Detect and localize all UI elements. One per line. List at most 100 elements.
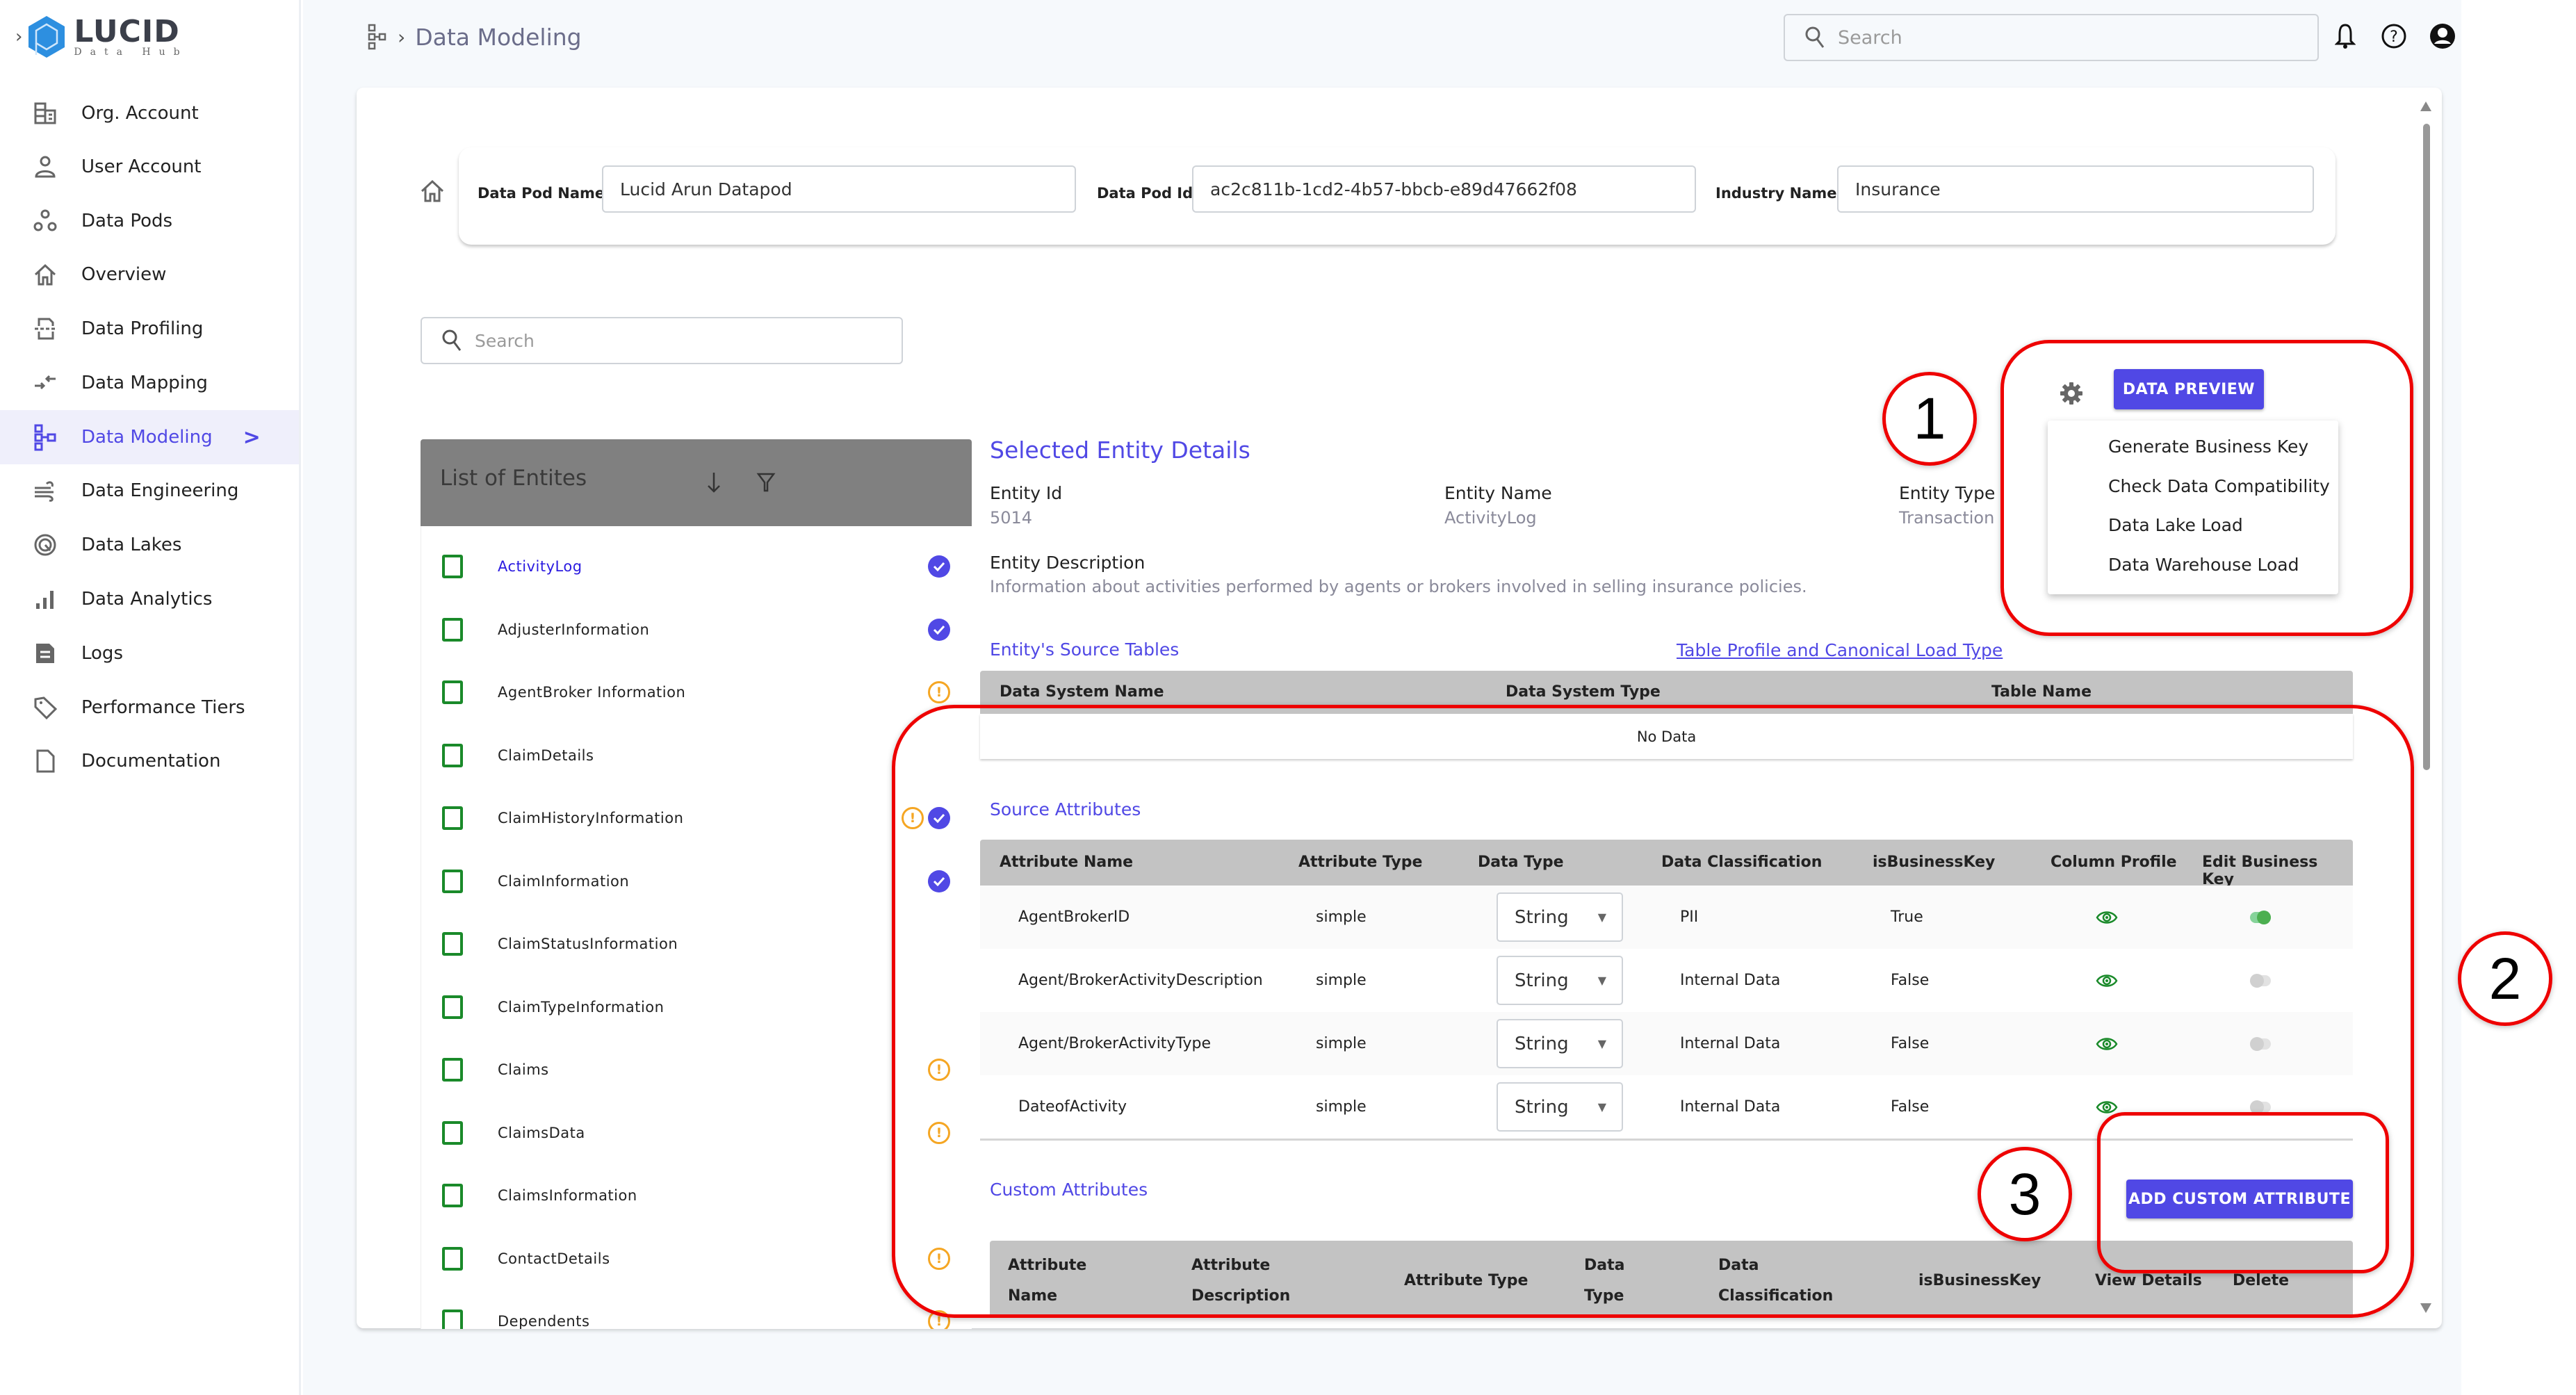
entity-name[interactable]: ClaimStatusInformation (498, 936, 678, 952)
entity-list-item[interactable]: AgentBroker Information! (421, 668, 972, 717)
sidebar-item-data-analytics[interactable]: Data Analytics (0, 572, 299, 626)
entity-checkbox[interactable] (442, 617, 463, 642)
sidebar: › LUCID Data Hub Org. Account User Accoun… (0, 0, 301, 1395)
logo-title: LUCID (74, 14, 180, 49)
sidebar-item-label: Data Mapping (81, 373, 208, 393)
entity-checkbox[interactable] (442, 869, 463, 893)
modeling-icon (31, 423, 59, 451)
data-pod-id-field[interactable] (1192, 165, 1696, 213)
entity-checkbox[interactable] (442, 1184, 463, 1207)
notifications-bell-icon[interactable] (2329, 19, 2362, 53)
entity-name[interactable]: AdjusterInformation (498, 621, 649, 638)
global-search-input[interactable] (1838, 26, 2283, 49)
filter-icon[interactable] (756, 471, 776, 493)
entity-search-input[interactable] (475, 330, 878, 351)
sort-arrow-down-icon[interactable] (706, 471, 722, 494)
entity-status: ! (928, 681, 950, 703)
annotation-marker-1: 1 (1882, 372, 1977, 466)
entity-list-item[interactable]: ClaimStatusInformation (421, 920, 972, 968)
entity-list-item[interactable]: Dependents! (421, 1297, 972, 1329)
help-icon[interactable]: ? (2377, 19, 2411, 53)
sidebar-item-logs[interactable]: Logs (0, 626, 299, 680)
table-profile-link[interactable]: Table Profile and Canonical Load Type (1677, 640, 2003, 660)
entity-list-item[interactable]: Claims! (421, 1045, 972, 1094)
entity-checkbox[interactable] (442, 1246, 463, 1271)
annotation-marker-3: 3 (1978, 1147, 2072, 1241)
entity-name[interactable]: ActivityLog (498, 558, 582, 575)
sidebar-item-documentation[interactable]: Documentation (0, 734, 299, 788)
home-icon[interactable] (418, 177, 446, 205)
lucid-hex-logo-icon (28, 16, 65, 58)
entity-name[interactable]: ClaimTypeInformation (498, 999, 664, 1015)
entity-name[interactable]: ContactDetails (498, 1250, 610, 1267)
entity-list-item[interactable]: AdjusterInformation (421, 605, 972, 654)
file-icon (31, 747, 59, 775)
entity-list-item[interactable]: ActivityLog (421, 542, 972, 591)
logo-subtitle: Data Hub (74, 47, 188, 58)
search-icon (442, 329, 462, 351)
sidebar-item-user-account[interactable]: User Account (0, 140, 299, 194)
sidebar-item-label: Data Engineering (81, 480, 239, 501)
annotation-box-1 (2000, 340, 2413, 636)
entity-checkbox[interactable] (442, 995, 463, 1019)
lakes-icon (31, 531, 59, 559)
sidebar-item-overview[interactable]: Overview (0, 247, 299, 302)
scroll-down-arrow-icon[interactable] (2420, 1303, 2431, 1313)
sidebar-item-data-modeling[interactable]: Data Modeling > (0, 410, 299, 464)
entity-name[interactable]: Claims (498, 1061, 549, 1078)
logo[interactable]: › LUCID Data Hub (15, 13, 224, 61)
industry-name-field[interactable] (1837, 165, 2314, 213)
entity-list-item[interactable]: ClaimDetails (421, 731, 972, 780)
entity-list-item[interactable]: ContactDetails! (421, 1234, 972, 1283)
entity-description-value: Information about activities performed b… (990, 577, 1807, 596)
sidebar-item-label: Data Modeling (81, 427, 213, 448)
entity-list-header: List of Entites (421, 439, 972, 526)
entity-list-item[interactable]: ClaimHistoryInformation! (421, 794, 972, 842)
entity-checkbox[interactable] (442, 743, 463, 767)
document-icon (31, 639, 59, 667)
sidebar-item-org-account[interactable]: Org. Account (0, 86, 299, 140)
column-header: Data System Type (1506, 683, 1661, 701)
modeling-breadcrumb-icon[interactable] (367, 23, 388, 51)
sidebar-item-data-lakes[interactable]: Data Lakes (0, 518, 299, 572)
entity-status (928, 555, 950, 578)
entity-list-item[interactable]: ClaimTypeInformation (421, 983, 972, 1031)
entity-name[interactable]: ClaimHistoryInformation (498, 810, 683, 826)
expand-sidebar-chevron-icon[interactable]: › (15, 26, 22, 47)
industry-name-label: Industry Name (1715, 185, 1837, 202)
entity-name[interactable]: Dependents (498, 1313, 589, 1329)
entity-name[interactable]: ClaimsData (498, 1125, 585, 1141)
entity-name[interactable]: AgentBroker Information (498, 684, 685, 701)
data-pod-id-label: Data Pod Id (1097, 185, 1193, 202)
entity-list-item[interactable]: ClaimInformation (421, 857, 972, 906)
account-avatar-icon[interactable] (2426, 19, 2459, 53)
data-pod-name-field[interactable] (602, 165, 1076, 213)
column-header: Data System Name (1000, 683, 1164, 701)
bar-chart-icon (31, 585, 59, 613)
entity-checkbox[interactable] (442, 1058, 463, 1082)
scroll-up-arrow-icon[interactable] (2420, 101, 2431, 111)
entity-name[interactable]: ClaimsInformation (498, 1187, 637, 1204)
entity-checkbox[interactable] (442, 1310, 463, 1329)
entity-search[interactable] (421, 317, 903, 364)
entity-checkbox[interactable] (442, 680, 463, 704)
entity-name[interactable]: ClaimInformation (498, 873, 629, 890)
entity-checkbox[interactable] (442, 806, 463, 830)
scrollbar-thumb[interactable] (2423, 124, 2430, 770)
global-search[interactable] (1784, 14, 2319, 61)
sidebar-item-data-engineering[interactable]: Data Engineering (0, 464, 299, 518)
search-icon (1805, 26, 1825, 48)
chevron-right-icon[interactable]: > (243, 425, 261, 450)
entity-list-item[interactable]: ClaimsData! (421, 1109, 972, 1157)
entity-type-label: Entity Type (1899, 483, 1996, 503)
entity-checkbox[interactable] (442, 1120, 463, 1145)
entity-checkbox[interactable] (442, 555, 463, 578)
profiling-icon (31, 315, 59, 343)
entity-checkbox[interactable] (442, 932, 463, 956)
entity-name[interactable]: ClaimDetails (498, 747, 594, 764)
sidebar-item-data-profiling[interactable]: Data Profiling (0, 302, 299, 356)
sidebar-item-performance-tiers[interactable]: Performance Tiers (0, 680, 299, 735)
sidebar-item-data-mapping[interactable]: Data Mapping (0, 356, 299, 410)
sidebar-item-data-pods[interactable]: Data Pods (0, 194, 299, 248)
entity-list-item[interactable]: ClaimsInformation (421, 1171, 972, 1220)
